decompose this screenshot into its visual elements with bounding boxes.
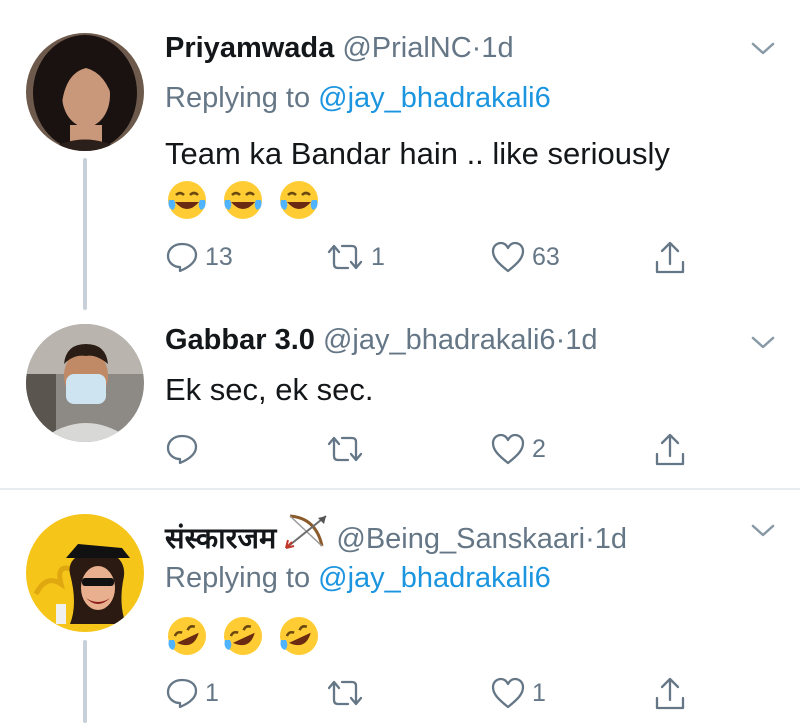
- thread-line: [83, 640, 87, 723]
- heart-icon: [491, 677, 525, 709]
- reply-button[interactable]: 1: [165, 676, 219, 710]
- retweet-button[interactable]: 1: [325, 240, 385, 274]
- share-icon: [655, 677, 685, 710]
- retweet-icon: [327, 436, 363, 462]
- reply-count: 13: [205, 242, 233, 271]
- user-handle[interactable]: @Being_Sanskaari: [336, 523, 585, 555]
- reply-button[interactable]: [165, 432, 205, 466]
- tweet-actions: 13 1 63: [165, 240, 725, 280]
- replying-to-label: Replying to: [165, 562, 311, 594]
- reply-icon: [166, 678, 198, 709]
- avatar-gabbar[interactable]: [26, 324, 144, 442]
- like-button[interactable]: 63: [490, 240, 560, 274]
- retweet-icon: [327, 680, 363, 706]
- bow-and-arrow-icon: [285, 514, 328, 549]
- replying-to-label: Replying to: [165, 82, 311, 114]
- replying-to: Replying to @jay_bhadrakali6: [165, 82, 551, 115]
- tweet-actions: 2: [165, 432, 725, 472]
- rofl-face-icon: [280, 617, 318, 655]
- emoji-row: [165, 614, 321, 658]
- separator-dot: ·: [585, 523, 595, 555]
- timestamp[interactable]: 1d: [565, 324, 597, 356]
- joy-face-icon: [280, 181, 318, 219]
- timestamp[interactable]: 1d: [481, 32, 513, 64]
- like-count: 63: [532, 242, 560, 271]
- share-button[interactable]: [652, 676, 688, 712]
- retweet-button[interactable]: [325, 676, 371, 710]
- thread-line: [83, 158, 87, 310]
- tweet-text: Team ka Bandar hain .. like seriously: [165, 136, 670, 171]
- reply-icon: [166, 434, 198, 465]
- emoji-row: [165, 178, 321, 222]
- user-name[interactable]: Gabbar 3.0: [165, 324, 315, 356]
- heart-icon: [491, 433, 525, 465]
- like-count: 1: [532, 678, 546, 707]
- joy-face-icon: [224, 181, 262, 219]
- like-count: 2: [532, 434, 546, 463]
- replying-to-handle[interactable]: @jay_bhadrakali6: [318, 82, 551, 114]
- avatar-sanskaari[interactable]: [26, 514, 144, 632]
- reply-icon: [166, 242, 198, 273]
- tweet-actions: 1 1: [165, 676, 725, 716]
- retweet-icon: [327, 244, 363, 270]
- chevron-down-icon[interactable]: [748, 332, 778, 352]
- reply-button[interactable]: 13: [165, 240, 233, 274]
- joy-face-icon: [168, 181, 206, 219]
- chevron-down-icon[interactable]: [748, 38, 778, 58]
- separator-dot: ·: [555, 324, 566, 356]
- user-name[interactable]: संस्कारजम: [165, 523, 276, 555]
- avatar-priyamwada[interactable]: [26, 33, 144, 151]
- chevron-down-icon[interactable]: [748, 520, 778, 540]
- share-button[interactable]: [652, 240, 688, 276]
- tweet-header: संस्कारजम @Being_Sanskaari·1d: [165, 512, 627, 557]
- user-handle[interactable]: @PrialNC: [342, 32, 471, 64]
- tweet-1[interactable]: Priyamwada @PrialNC·1d Replying to @jay_…: [0, 0, 800, 320]
- timestamp[interactable]: 1d: [595, 523, 627, 555]
- share-icon: [655, 241, 685, 274]
- tweet-3[interactable]: संस्कारजम @Being_Sanskaari·1d Replying t…: [0, 490, 800, 723]
- user-handle[interactable]: @jay_bhadrakali6: [323, 324, 556, 356]
- tweet-header: Gabbar 3.0 @jay_bhadrakali6·1d: [165, 324, 598, 357]
- like-button[interactable]: 2: [490, 432, 546, 466]
- heart-icon: [491, 241, 525, 273]
- reply-count: 1: [205, 678, 219, 707]
- tweet-2[interactable]: Gabbar 3.0 @jay_bhadrakali6·1d Ek sec, e…: [0, 310, 800, 488]
- share-button[interactable]: [652, 432, 688, 468]
- tweet-text: Ek sec, ek sec.: [165, 372, 374, 407]
- replying-to-handle[interactable]: @jay_bhadrakali6: [318, 562, 551, 594]
- like-button[interactable]: 1: [490, 676, 546, 710]
- user-name[interactable]: Priyamwada: [165, 32, 334, 64]
- retweet-button[interactable]: [325, 432, 371, 466]
- retweet-count: 1: [371, 242, 385, 271]
- rofl-face-icon: [168, 617, 206, 655]
- replying-to: Replying to @jay_bhadrakali6: [165, 562, 551, 595]
- rofl-face-icon: [224, 617, 262, 655]
- separator-dot: ·: [471, 32, 482, 64]
- share-icon: [655, 433, 685, 466]
- tweet-header: Priyamwada @PrialNC·1d: [165, 32, 514, 65]
